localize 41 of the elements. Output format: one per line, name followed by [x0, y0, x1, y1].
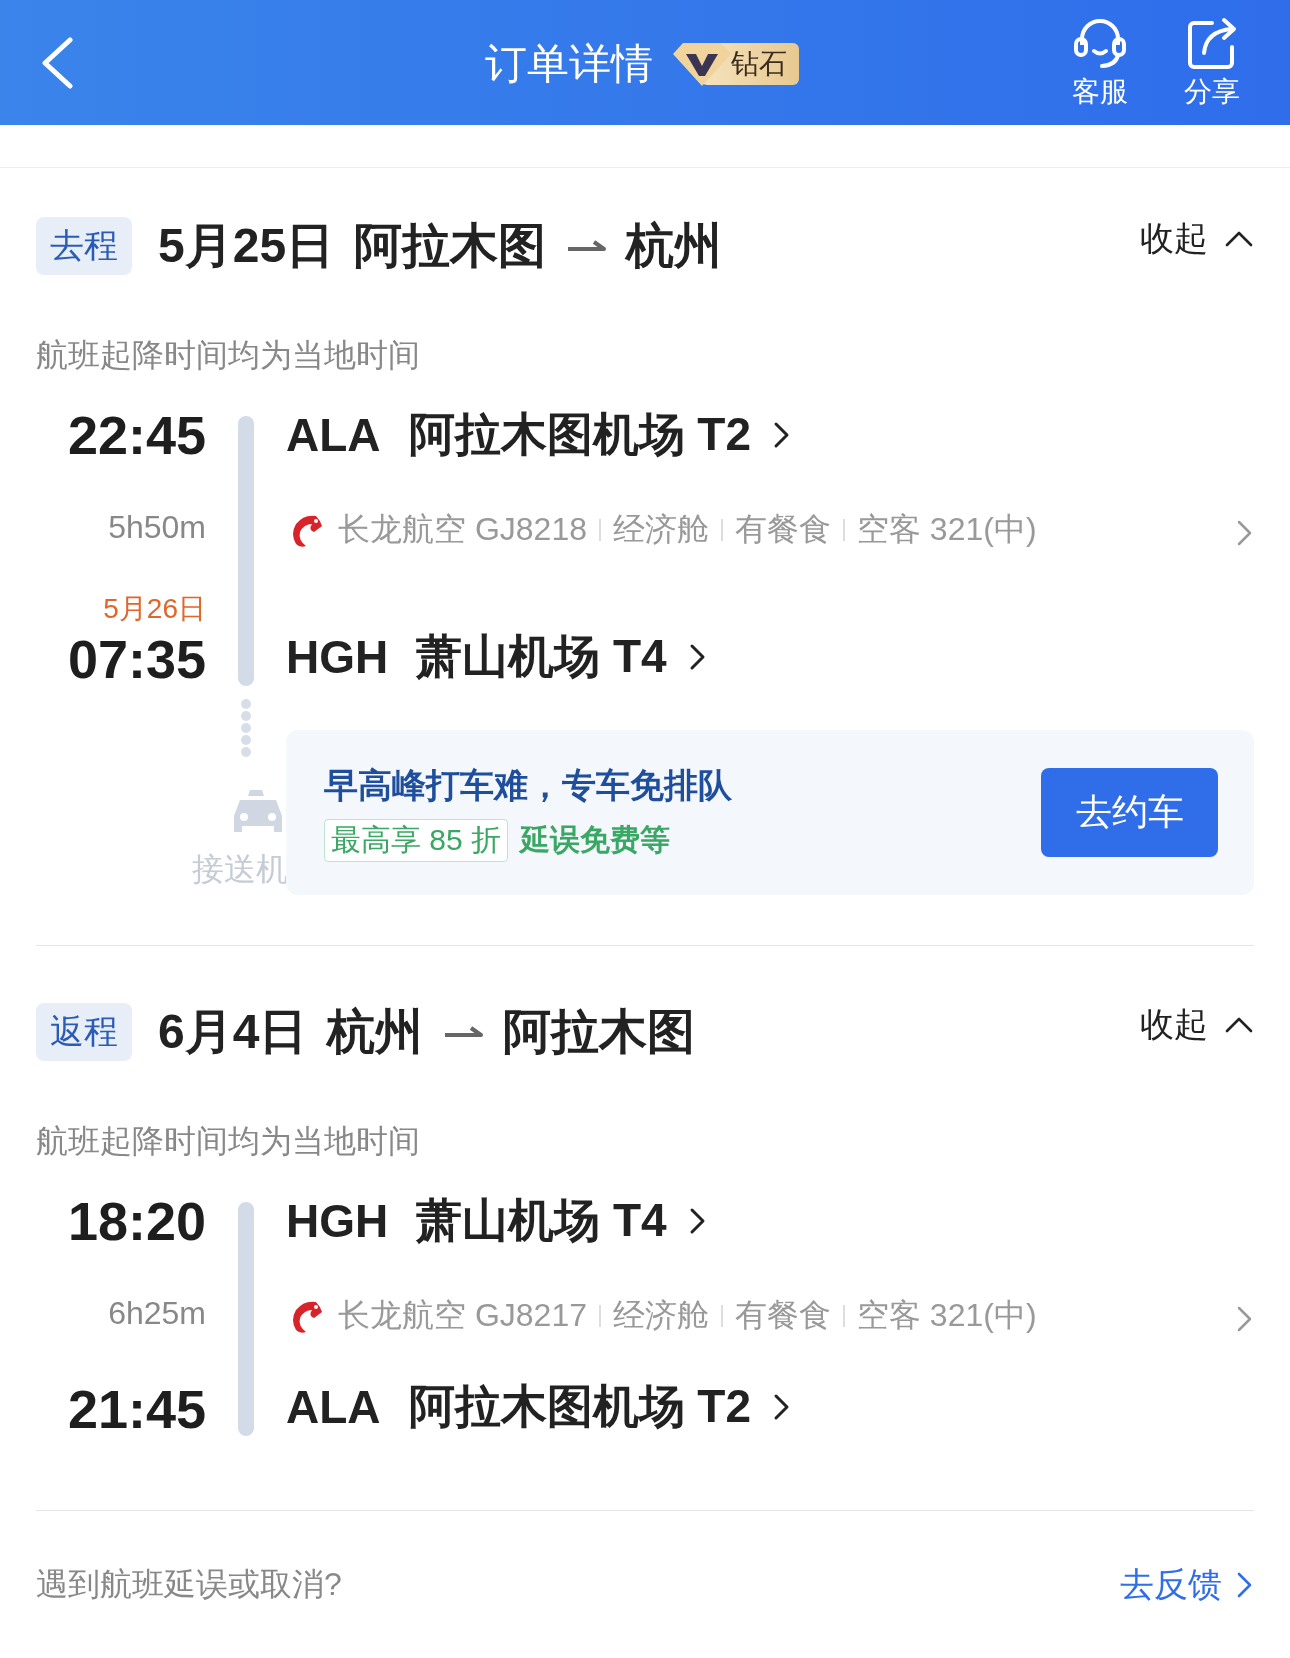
departure-airport[interactable]: ALA 阿拉木图机场 T2	[286, 400, 1254, 470]
chevron-icon	[688, 642, 707, 672]
transfer-label: 接送机	[192, 850, 288, 889]
header-action[interactable]: 客服	[1070, 14, 1130, 111]
arrival-date: 5月26日	[103, 592, 206, 626]
feedback-link[interactable]: 去反馈	[1120, 1561, 1254, 1608]
origin-city: 阿拉木图	[354, 218, 547, 274]
departure-time: 18:20	[67, 1190, 206, 1252]
book-car-button[interactable]: 去约车	[1041, 768, 1218, 857]
destination-city: 杭州	[626, 218, 723, 274]
chevron-icon	[1236, 1304, 1254, 1334]
time-note: 航班起降时间均为当地时间	[36, 336, 421, 375]
trip-date: 6月4日	[158, 1004, 308, 1060]
destination-city: 阿拉木图	[503, 1004, 696, 1060]
chevron-icon	[1236, 518, 1254, 548]
discount-tag: 最高享 85 折	[324, 819, 509, 862]
promo-headline: 早高峰打车难，专车免排队	[324, 765, 732, 806]
chevron-icon	[773, 420, 791, 450]
time-note: 航班起降时间均为当地时间	[36, 1122, 421, 1161]
back-icon[interactable]	[40, 36, 74, 89]
flight-duration: 6h25m	[108, 1294, 206, 1332]
trip-date: 5月25日	[158, 218, 335, 274]
promo-text: 延误免费等	[520, 822, 671, 858]
collapse-toggle[interactable]: 收起	[1140, 1002, 1254, 1048]
page-title: 订单详情	[485, 39, 653, 89]
arrival-airport[interactable]: HGH 萧山机场 T4	[286, 626, 1254, 690]
departure-time: 22:45	[67, 404, 206, 466]
origin-city: 杭州	[327, 1004, 424, 1060]
flight-duration: 5h50m	[108, 508, 206, 546]
trip-tag: 返程	[36, 1003, 132, 1061]
arrival-time: 21:45	[67, 1378, 206, 1440]
collapse-toggle[interactable]: 收起	[1140, 216, 1254, 262]
delay-question: 遇到航班延误或取消?	[36, 1564, 342, 1604]
arrival-time: 07:35	[67, 628, 206, 690]
trip-tag: 去程	[36, 217, 132, 275]
dotted-line	[240, 698, 252, 758]
chevron-icon	[688, 1206, 707, 1236]
arrival-airport[interactable]: ALA 阿拉木图机场 T2	[286, 1376, 1254, 1440]
header-action[interactable]: 分享	[1182, 14, 1242, 111]
departure-airport[interactable]: HGH 萧山机场 T4	[286, 1186, 1254, 1256]
chevron-icon	[773, 1392, 791, 1422]
